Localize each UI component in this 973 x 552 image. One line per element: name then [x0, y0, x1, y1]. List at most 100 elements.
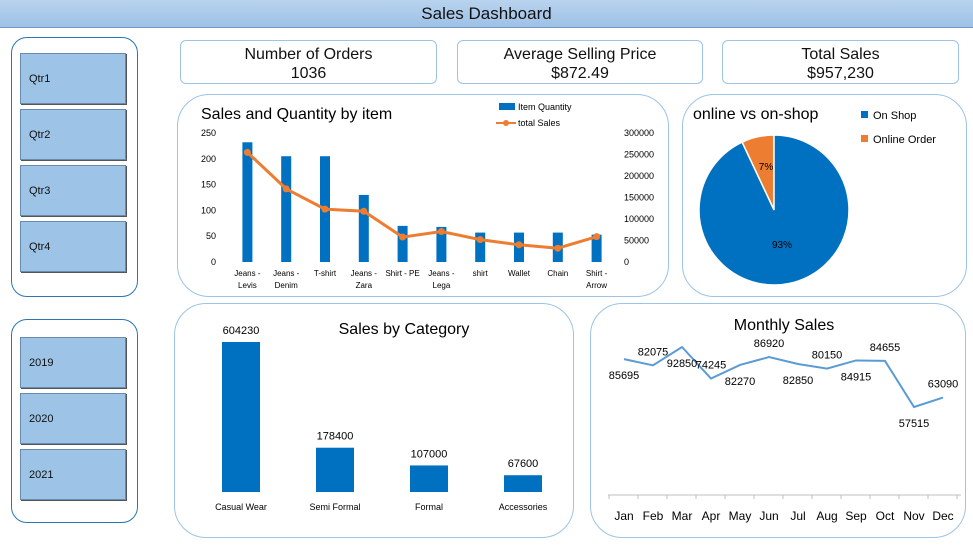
legend-swatch-item-quantity	[499, 103, 515, 110]
category-data-label: 178400	[317, 431, 354, 443]
slicer-button-qtr1[interactable]: Qtr1	[20, 53, 126, 104]
legend-swatch	[861, 135, 868, 142]
monthly-sales-chart: Monthly Sales 85695 Jan 82075 Feb 92850 Mar 74…	[608, 317, 961, 523]
kpi-label: Average Selling Price	[503, 46, 657, 63]
x-tick-label: Shirt -	[586, 269, 608, 278]
monthly-data-label: 82850	[783, 375, 814, 387]
x-tick-label: Lega	[433, 281, 451, 290]
category-data-label: 107000	[411, 448, 448, 460]
x-tick-label: T-shirt	[314, 269, 337, 278]
month-x-label: Sep	[845, 509, 867, 523]
legend-label: Online Order	[873, 134, 936, 146]
chart-title: Sales by Category	[339, 321, 470, 338]
kpi-total-sales: Total Sales $957,230	[722, 40, 959, 84]
point-total-sales	[282, 185, 290, 193]
monthly-data-label: 85695	[609, 370, 640, 382]
slicer-button-qtr3[interactable]: Qtr3	[20, 165, 126, 216]
category-data-label: 604230	[223, 325, 260, 337]
monthly-sales-panel: Monthly Sales 85695 Jan 82075 Feb 92850 Mar 74…	[590, 303, 966, 538]
slicer-button-qtr4[interactable]: Qtr4	[20, 221, 126, 272]
category-bar	[410, 465, 448, 492]
line-total-sales	[246, 151, 598, 250]
point-total-sales	[360, 207, 368, 215]
pie-data-label: 93%	[772, 240, 792, 251]
category-x-label: Casual Wear	[215, 502, 267, 512]
kpi-label: Number of Orders	[244, 46, 373, 63]
y-right-tick-label: 300000	[624, 128, 654, 138]
x-tick-label: Denim	[275, 281, 298, 290]
kpi-value: $957,230	[807, 65, 874, 82]
month-x-label: Aug	[816, 509, 837, 523]
point-total-sales	[243, 148, 251, 156]
chart-title: Monthly Sales	[734, 317, 835, 334]
x-tick-label: shirt	[473, 269, 489, 278]
category-x-label: Semi Formal	[309, 502, 360, 512]
point-total-sales	[554, 244, 562, 252]
y-right-tick-label: 100000	[624, 214, 654, 224]
y-left-tick-label: 150	[201, 180, 216, 190]
y-left-tick-label: 100	[201, 205, 216, 215]
bar-item-quantity	[281, 156, 292, 262]
legend-swatch	[861, 111, 868, 118]
monthly-data-label: 63090	[928, 379, 959, 391]
month-x-label: Dec	[932, 509, 953, 523]
sales-by-category-panel: Sales by Category 604230 Casual Wear 17840…	[174, 303, 574, 538]
chart-title: Sales and Quantity by item	[201, 106, 392, 123]
month-x-label: Feb	[643, 509, 664, 523]
sales-quantity-chart: Sales and Quantity by item Item Quantity…	[201, 102, 654, 290]
category-data-label: 67600	[508, 458, 539, 470]
slicer-button-2020[interactable]: 2020	[20, 393, 126, 444]
x-tick-label: Jeans -	[273, 269, 300, 278]
y-right-tick-label: 50000	[624, 236, 649, 246]
y-left-tick-label: 0	[211, 257, 216, 267]
category-bar	[504, 475, 542, 492]
pie-slice	[698, 134, 850, 286]
bar-item-quantity	[358, 194, 369, 262]
category-x-label: Accessories	[499, 502, 548, 512]
legend-label: On Shop	[873, 110, 916, 122]
month-x-label: Oct	[876, 509, 895, 523]
month-x-label: Jun	[759, 509, 778, 523]
bar-item-quantity	[242, 142, 253, 262]
category-bar	[316, 447, 354, 492]
x-tick-label: Jeans -	[351, 269, 378, 278]
x-tick-label: Jeans -	[234, 269, 261, 278]
x-tick-label: Jeans -	[428, 269, 455, 278]
monthly-data-label: 74245	[696, 360, 727, 372]
monthly-data-label: 84915	[841, 371, 872, 383]
y-left-tick-label: 200	[201, 154, 216, 164]
monthly-data-label: 80150	[812, 350, 843, 362]
slicer-button-2021[interactable]: 2021	[20, 449, 126, 500]
y-left-tick-label: 250	[201, 128, 216, 138]
sales-by-category-chart: Sales by Category 604230 Casual Wear 17840…	[215, 321, 548, 512]
monthly-data-label: 57515	[899, 418, 930, 430]
point-total-sales	[515, 241, 523, 249]
slicer-button-2019[interactable]: 2019	[20, 337, 126, 388]
online-vs-onshop-chart: online vs on-shop 7% 93% On Shop Online Ord…	[693, 106, 936, 286]
y-right-tick-label: 200000	[624, 171, 654, 181]
quarter-slicer: Qtr1 Qtr2 Qtr3 Qtr4	[11, 37, 138, 297]
kpi-value: $872.49	[551, 65, 609, 82]
online-vs-onshop-panel: online vs on-shop 7% 93% On Shop Online Ord…	[682, 94, 967, 297]
y-right-tick-label: 0	[624, 257, 629, 267]
point-total-sales	[593, 233, 601, 241]
x-tick-label: Wallet	[508, 269, 531, 278]
slicer-button-qtr2[interactable]: Qtr2	[20, 109, 126, 160]
pie-data-label: 7%	[759, 162, 774, 173]
bar-item-quantity	[397, 225, 408, 262]
point-total-sales	[476, 236, 484, 244]
month-x-label: Apr	[702, 509, 721, 523]
legend-marker-total-sales	[503, 120, 509, 126]
monthly-data-label: 84655	[870, 342, 901, 354]
category-x-label: Formal	[415, 502, 443, 512]
kpi-number-of-orders: Number of Orders 1036	[180, 40, 437, 84]
point-total-sales	[437, 227, 445, 235]
chart-title: online vs on-shop	[693, 106, 819, 123]
category-bar	[222, 342, 260, 492]
sales-quantity-chart-panel: Sales and Quantity by item Item Quantity…	[177, 94, 669, 297]
month-x-label: Mar	[672, 509, 693, 523]
point-total-sales	[321, 205, 329, 213]
year-slicer: 2019 2020 2021	[11, 319, 138, 523]
x-tick-label: Arrow	[586, 281, 607, 290]
monthly-data-label: 86920	[754, 338, 785, 350]
